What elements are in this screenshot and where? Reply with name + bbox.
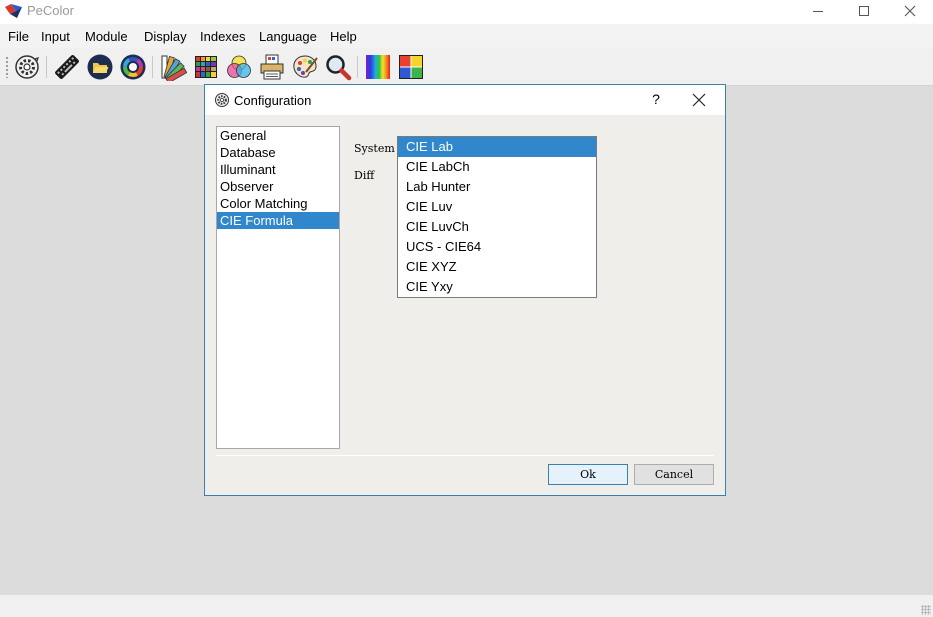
- category-cie-formula[interactable]: CIE Formula: [217, 212, 339, 229]
- configuration-dialog: Configuration ? General Database Illumin…: [204, 84, 726, 496]
- color-fan-button[interactable]: [159, 53, 187, 81]
- close-icon[interactable]: [691, 92, 707, 108]
- system-dropdown-list[interactable]: CIE Lab CIE LabCh Lab Hunter CIE Luv CIE…: [397, 136, 597, 298]
- system-option-cie-xyz[interactable]: CIE XYZ: [398, 257, 596, 277]
- system-option-cie-yxy[interactable]: CIE Yxy: [398, 277, 596, 297]
- color-wheel-icon: [120, 54, 146, 80]
- menu-file[interactable]: File: [8, 29, 29, 44]
- category-color-matching[interactable]: Color Matching: [217, 195, 339, 212]
- menu-help[interactable]: Help: [330, 29, 357, 44]
- color-chart-icon: [399, 55, 423, 79]
- open-button[interactable]: [86, 53, 114, 81]
- folder-open-icon: [87, 54, 113, 80]
- spectrum-icon: [366, 55, 390, 79]
- menu-language[interactable]: Language: [259, 29, 317, 44]
- dialog-title: Configuration: [234, 93, 312, 108]
- toolbar: [0, 48, 933, 86]
- cancel-button[interactable]: Cancel: [634, 464, 714, 485]
- rgb-mix-button[interactable]: [225, 53, 253, 81]
- system-option-cie-luvch[interactable]: CIE LuvCh: [398, 217, 596, 237]
- palette-grid-button[interactable]: [192, 53, 220, 81]
- system-option-cie-luv[interactable]: CIE Luv: [398, 197, 596, 217]
- system-label: System: [354, 142, 395, 155]
- help-button[interactable]: ?: [648, 91, 664, 107]
- category-observer[interactable]: Observer: [217, 178, 339, 195]
- keyboard-button[interactable]: [53, 53, 81, 81]
- toolbar-separator: [357, 56, 358, 78]
- system-option-ucs-cie64[interactable]: UCS - CIE64: [398, 237, 596, 257]
- spectrum-button[interactable]: [364, 53, 392, 81]
- category-illuminant[interactable]: Illuminant: [217, 161, 339, 178]
- paint-palette-icon: [293, 55, 318, 78]
- resize-grip[interactable]: [921, 605, 931, 615]
- printer-icon: [260, 54, 284, 80]
- menu-bar: File Input Module Display Indexes Langua…: [0, 24, 933, 48]
- menu-indexes[interactable]: Indexes: [200, 29, 246, 44]
- dialog-divider: [216, 455, 714, 456]
- rgb-circles-icon: [227, 55, 251, 78]
- minimize-button[interactable]: [795, 0, 841, 24]
- maximize-icon: [859, 6, 869, 16]
- title-bar: PeColor: [0, 0, 933, 24]
- system-option-cie-lab[interactable]: CIE Lab: [398, 137, 596, 157]
- settings-gear-icon: [215, 93, 229, 107]
- category-list: General Database Illuminant Observer Col…: [216, 126, 340, 449]
- settings-button[interactable]: [13, 53, 41, 81]
- menu-module[interactable]: Module: [85, 29, 128, 44]
- category-database[interactable]: Database: [217, 144, 339, 161]
- menu-input[interactable]: Input: [41, 29, 70, 44]
- menu-display[interactable]: Display: [144, 29, 187, 44]
- system-option-cie-labch[interactable]: CIE LabCh: [398, 157, 596, 177]
- maximize-button[interactable]: [841, 0, 887, 24]
- ok-button[interactable]: Ok: [548, 464, 628, 485]
- toolbar-grip[interactable]: [5, 56, 9, 78]
- system-option-lab-hunter[interactable]: Lab Hunter: [398, 177, 596, 197]
- toolbar-separator: [152, 56, 153, 78]
- status-bar: [0, 595, 933, 617]
- print-button[interactable]: [258, 53, 286, 81]
- keyboard-icon: [55, 55, 79, 79]
- toolbar-separator: [46, 56, 47, 78]
- close-button[interactable]: [887, 0, 933, 24]
- close-icon: [904, 5, 916, 17]
- color-fan-icon: [161, 55, 187, 81]
- color-wheel-button[interactable]: [119, 53, 147, 81]
- diff-label: Diff: [354, 169, 375, 182]
- window-title: PeColor: [27, 3, 74, 18]
- minimize-icon: [813, 11, 823, 12]
- dialog-title-bar: Configuration ?: [205, 85, 725, 115]
- search-button[interactable]: [324, 53, 352, 81]
- category-general[interactable]: General: [217, 127, 339, 144]
- magnifier-icon: [326, 55, 352, 81]
- settings-gear-icon: [15, 55, 39, 79]
- pecolor-app-icon: [5, 4, 22, 18]
- color-palette-grid-icon: [195, 56, 217, 78]
- color-chart-button[interactable]: [397, 53, 425, 81]
- paint-palette-button[interactable]: [291, 53, 319, 81]
